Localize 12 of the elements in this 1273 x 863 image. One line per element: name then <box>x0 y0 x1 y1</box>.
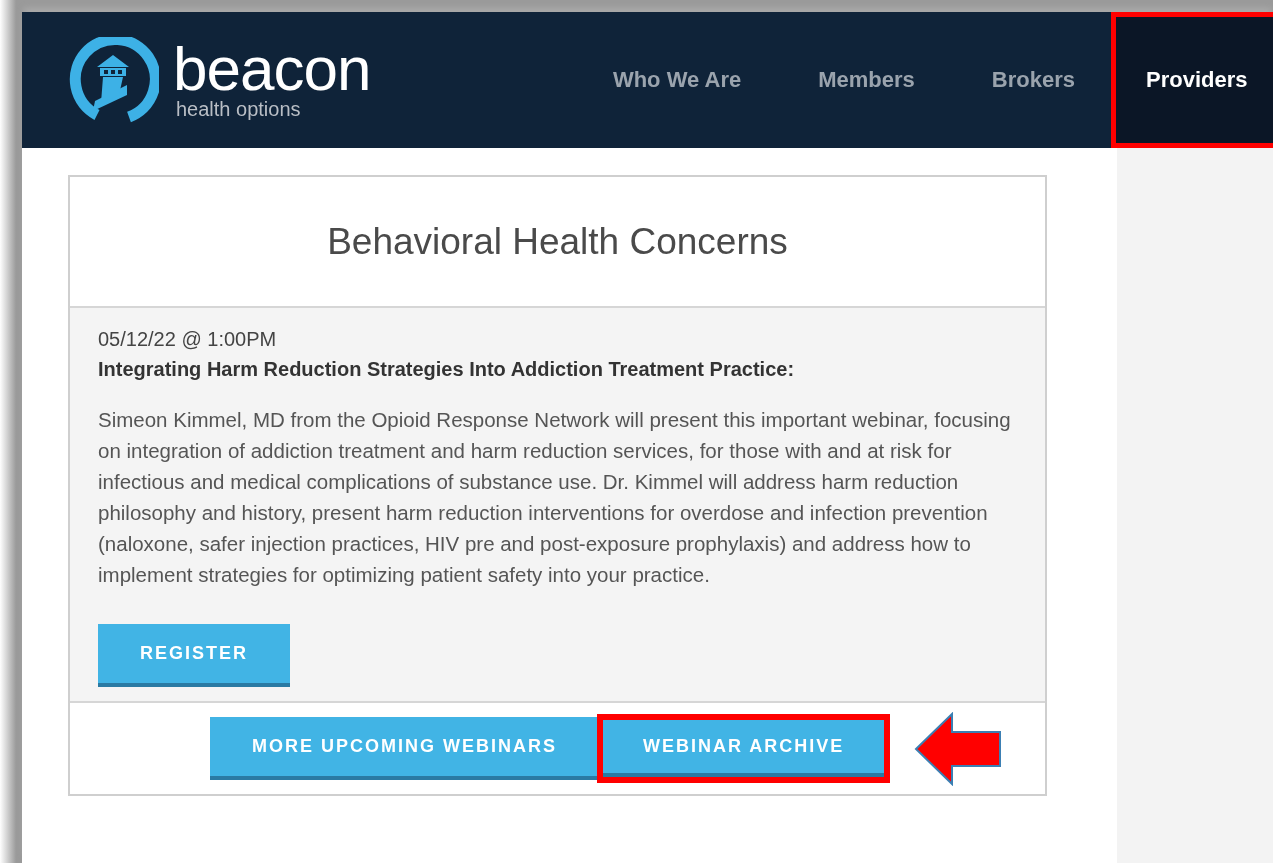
card-title: Behavioral Health Concerns <box>327 220 788 263</box>
webinar-title: Integrating Harm Reduction Strategies Into Addiction Treatment Practice: <box>98 357 796 382</box>
left-arrow-icon <box>914 711 1003 786</box>
lighthouse-logo-icon <box>67 37 159 123</box>
nav-link[interactable]: Who We Are <box>571 12 778 148</box>
webinar-description: Simeon Kimmel, MD from the Opioid Response Network will present this important webinar, focusing on integration of addiction treatment and harm reduction services, for those with and at risk for infectious and medical complications of substance use. Dr. Kimmel will address harm reduction philosophy and history, present harm reduction interventions for overdose and infection prevention (naloxone, safer injection practices, HIV pre and post-exposure prophylaxis) and address how to implement strategies for optimizing patient safety into your practice. <box>98 407 1012 588</box>
brand-name: beacon <box>173 40 371 98</box>
webinar-date: 05/12/22 @ 1:00PM <box>98 327 278 352</box>
nav-link[interactable]: Providers <box>1111 12 1273 148</box>
brand-tagline: health options <box>175 98 302 120</box>
nav-link[interactable]: Brokers <box>950 12 1111 148</box>
nav-link[interactable]: Members <box>777 12 951 148</box>
